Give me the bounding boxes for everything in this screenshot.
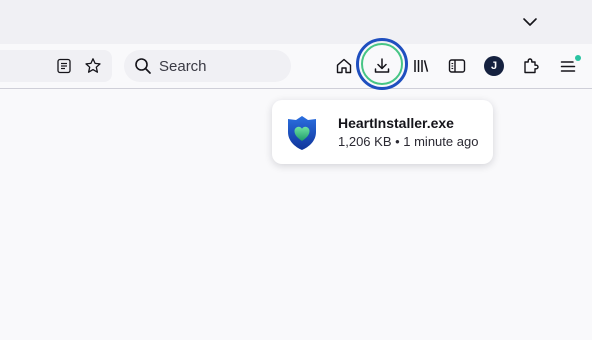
- download-icon: [374, 58, 390, 73]
- search-icon: [134, 57, 152, 75]
- update-notification-dot: [575, 55, 581, 61]
- avatar: J: [484, 56, 504, 76]
- account-button[interactable]: J: [478, 50, 510, 82]
- downloads-button[interactable]: [366, 50, 398, 82]
- bookmark-star-button[interactable]: [79, 50, 107, 82]
- shield-heart-icon: [288, 116, 316, 150]
- chevron-down-icon: [523, 18, 537, 26]
- sidebar-icon: [448, 59, 466, 73]
- tab-strip: [0, 0, 592, 44]
- home-icon: [336, 58, 352, 74]
- nav-toolbar: Search J: [0, 44, 592, 89]
- puzzle-icon: [524, 58, 539, 74]
- library-button[interactable]: [405, 50, 437, 82]
- star-icon: [85, 58, 101, 73]
- download-filename: HeartInstaller.exe: [338, 115, 454, 131]
- downloads-panel: HeartInstaller.exe 1,206 KB • 1 minute a…: [272, 100, 493, 164]
- reader-view-button[interactable]: [50, 50, 78, 82]
- hamburger-menu-icon: [560, 61, 576, 72]
- search-bar[interactable]: Search: [124, 50, 291, 82]
- reader-view-icon: [57, 58, 71, 74]
- home-button[interactable]: [328, 50, 360, 82]
- download-status: 1,206 KB • 1 minute ago: [338, 134, 479, 149]
- search-placeholder: Search: [159, 57, 207, 75]
- sidebar-button[interactable]: [441, 50, 473, 82]
- app-menu-button[interactable]: [552, 50, 584, 82]
- library-icon: [414, 60, 429, 72]
- list-all-tabs-button[interactable]: [514, 6, 546, 38]
- extensions-button[interactable]: [515, 50, 547, 82]
